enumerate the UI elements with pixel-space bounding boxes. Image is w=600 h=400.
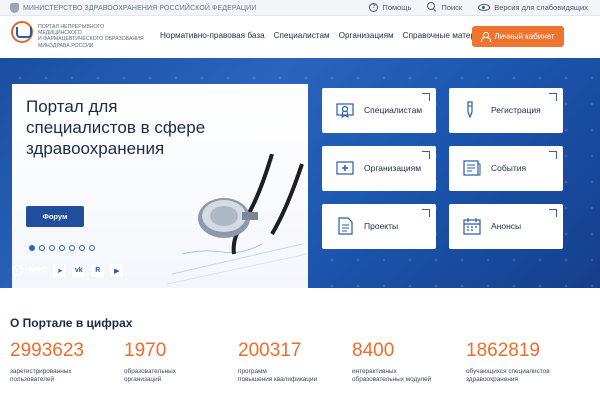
stat-value: 1970 [124, 340, 167, 361]
nmfo-center-link[interactable]: НМФО [12, 265, 47, 276]
tile-label: События [491, 163, 527, 173]
corner-arrow-icon [422, 209, 430, 217]
stat-desc-line: здравоохранения [466, 376, 518, 383]
youtube-icon[interactable]: ▶ [110, 264, 124, 277]
slider-dot-3[interactable] [49, 245, 55, 251]
tile-organizations[interactable]: Организациям [322, 146, 436, 191]
search-icon [427, 2, 437, 12]
tile-specialists[interactable]: Специалистам [322, 88, 436, 133]
stethoscope-image [166, 154, 308, 285]
document-icon [338, 217, 353, 235]
pen-icon [467, 101, 473, 119]
social-links: НМФО ➤ vk R ▶ [12, 264, 124, 277]
news-icon [463, 160, 481, 176]
stat-users: 2993623 зарегистрированных пользователей [10, 340, 120, 384]
nmfo-label: НМФО [25, 267, 48, 274]
user-icon [481, 32, 492, 42]
accessibility-link[interactable]: Версия для слабовидящих [478, 3, 588, 12]
tile-announcements[interactable]: Анонсы [449, 204, 563, 249]
nmfo-logo-icon [12, 265, 23, 276]
nav-item-legal-base[interactable]: Нормативно-правовая база [160, 31, 265, 40]
site-header: ПОРТАЛ НЕПРЕРЫВНОГО МЕДИЦИНСКОГО И ФАРМА… [0, 16, 600, 58]
search-link[interactable]: Поиск [427, 2, 462, 12]
slider-dot-1[interactable] [29, 245, 35, 251]
slider-dot-5[interactable] [69, 245, 75, 251]
corner-arrow-icon [549, 93, 557, 101]
slider-dots [29, 245, 95, 251]
stat-desc-line: образовательных [124, 368, 176, 375]
nav-item-specialists[interactable]: Специалистам [274, 31, 330, 40]
main-nav: Нормативно-правовая база Специалистам Ор… [160, 31, 495, 40]
corner-arrow-icon [422, 93, 430, 101]
stat-desc-line: пользователей [10, 376, 55, 383]
medical-organization-icon [336, 161, 354, 175]
stat-description: интерактивных образовательных модулей [352, 368, 462, 384]
logo-line: И ФАРМАЦЕВТИЧЕСКОГО ОБРАЗОВАНИЯ [38, 36, 144, 43]
stat-desc-line: обучающихся специалистов [466, 368, 550, 375]
vk-icon[interactable]: vk [72, 264, 86, 277]
hero-title-line: Портал для [26, 97, 118, 116]
stat-desc-line: организаций [124, 376, 162, 383]
tile-label: Анонсы [491, 221, 522, 231]
stat-learners: 1862819 обучающихся специалистов здравоо… [466, 340, 576, 384]
search-label: Поиск [441, 2, 463, 12]
stat-value: 2993623 [10, 340, 84, 361]
stat-description: обучающихся специалистов здравоохранения [466, 368, 576, 384]
hero-title: Портал для специалистов в сфере здравоох… [26, 96, 216, 159]
calendar-icon [463, 218, 481, 235]
stat-desc-line: интерактивных [352, 368, 397, 375]
stat-description: образовательных организаций [124, 368, 234, 384]
slider-dot-7[interactable] [89, 245, 95, 251]
help-link[interactable]: ? Помощь [369, 2, 412, 12]
portal-logo-text[interactable]: ПОРТАЛ НЕПРЕРЫВНОГО МЕДИЦИНСКОГО И ФАРМА… [38, 24, 158, 49]
stat-programs: 200317 программ повышения квалификации [238, 340, 348, 384]
certificate-icon [336, 103, 354, 118]
tile-label: Организациям [364, 163, 422, 173]
ministry-text: МИНИСТЕРСТВО ЗДРАВООХРАНЕНИЯ РОССИЙСКОЙ … [23, 4, 257, 12]
logo-line: МИНЗДРАВА РОССИИ [38, 42, 94, 49]
tile-label: Проекты [364, 221, 399, 231]
hero-banner: Портал для специалистов в сфере здравоох… [0, 58, 600, 288]
forum-button[interactable]: Форум [26, 206, 84, 227]
top-links: ? Помощь Поиск Версия для слабовидящих [369, 2, 588, 12]
stats-title: О Портале в цифрах [10, 316, 133, 330]
help-label: Помощь [382, 2, 412, 12]
rutube-icon[interactable]: R [91, 264, 105, 277]
portal-logo-icon[interactable] [11, 21, 33, 43]
tile-registration[interactable]: Регистрация [449, 88, 563, 133]
stat-desc-line: программ [238, 368, 267, 375]
ministry-label[interactable]: МИНИСТЕРСТВО ЗДРАВООХРАНЕНИЯ РОССИЙСКОЙ … [10, 3, 256, 13]
eye-icon [478, 3, 491, 11]
cabinet-label: Личный кабинет [494, 32, 555, 41]
top-bar: МИНИСТЕРСТВО ЗДРАВООХРАНЕНИЯ РОССИЙСКОЙ … [0, 0, 600, 16]
slider-dot-2[interactable] [39, 245, 45, 251]
tile-label: Регистрация [491, 105, 541, 115]
nav-item-organizations[interactable]: Организациям [339, 31, 394, 40]
corner-arrow-icon [422, 151, 430, 159]
corner-arrow-icon [549, 151, 557, 159]
personal-cabinet-button[interactable]: Личный кабинет [472, 26, 564, 47]
tile-events[interactable]: События [449, 146, 563, 191]
hero-slide: Портал для специалистов в сфере здравоох… [12, 84, 308, 288]
stat-desc-line: образовательных модулей [352, 376, 432, 383]
slider-dot-4[interactable] [59, 245, 65, 251]
tile-label: Специалистам [364, 105, 423, 115]
hero-title-line: специалистов в сфере [26, 118, 206, 137]
stat-value: 8400 [352, 340, 395, 361]
stat-desc-line: повышения квалификации [238, 376, 318, 383]
corner-arrow-icon [549, 209, 557, 217]
stat-description: зарегистрированных пользователей [10, 368, 120, 384]
stat-desc-line: зарегистрированных [10, 368, 72, 375]
stat-description: программ повышения квалификации [238, 368, 348, 384]
stat-modules: 8400 интерактивных образовательных модул… [352, 340, 462, 384]
stat-value: 1862819 [466, 340, 540, 361]
telegram-icon[interactable]: ➤ [53, 264, 67, 277]
question-icon: ? [369, 2, 379, 12]
accessibility-label: Версия для слабовидящих [494, 2, 588, 12]
stat-value: 200317 [238, 340, 302, 361]
slider-dot-6[interactable] [79, 245, 85, 251]
tile-projects[interactable]: Проекты [322, 204, 436, 249]
coat-of-arms-icon [10, 3, 19, 13]
stat-organizations: 1970 образовательных организаций [124, 340, 234, 384]
